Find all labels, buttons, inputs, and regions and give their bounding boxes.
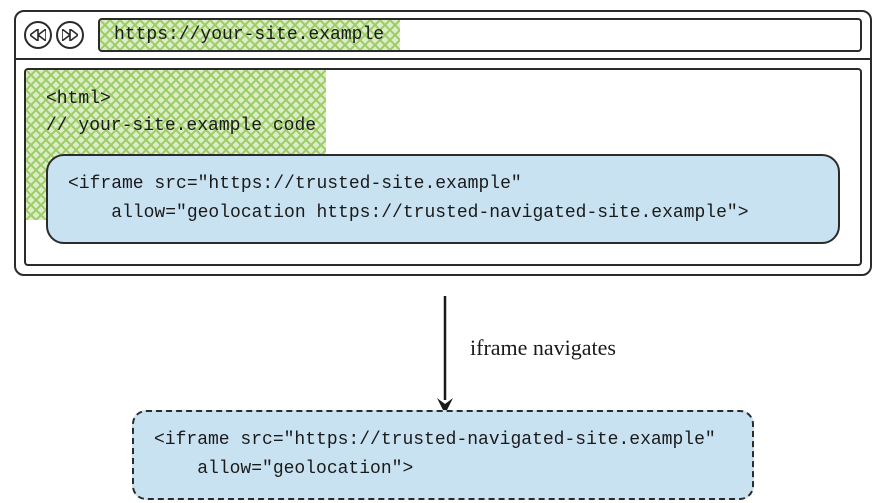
code-line-2: // your-site.example code — [46, 116, 316, 136]
fastforward-icon — [62, 29, 78, 41]
rewind-icon — [30, 29, 46, 41]
browser-window: https://your-site.example <html> // your… — [14, 10, 872, 276]
iframe-before-line1: <iframe src="https://trusted-site.exampl… — [68, 174, 522, 194]
iframe-after-line2: allow="geolocation"> — [154, 459, 413, 479]
page-panel: <html> // your-site.example code <iframe… — [24, 68, 862, 266]
address-text: https://your-site.example — [114, 25, 384, 45]
navigation-arrow — [430, 296, 460, 416]
iframe-after: <iframe src="https://trusted-navigated-s… — [132, 410, 754, 500]
browser-viewport: <html> // your-site.example code <iframe… — [16, 60, 870, 274]
back-button[interactable] — [24, 21, 52, 49]
browser-toolbar: https://your-site.example — [16, 12, 870, 60]
code-line-1: <html> — [46, 89, 111, 109]
iframe-before-line2: allow="geolocation https://trusted-navig… — [68, 203, 749, 223]
page-code: <html> // your-site.example code — [46, 86, 840, 140]
iframe-before: <iframe src="https://trusted-site.exampl… — [46, 154, 840, 244]
forward-button[interactable] — [56, 21, 84, 49]
address-bar[interactable]: https://your-site.example — [98, 18, 862, 52]
navigation-label: iframe navigates — [470, 335, 616, 361]
iframe-after-line1: <iframe src="https://trusted-navigated-s… — [154, 430, 716, 450]
